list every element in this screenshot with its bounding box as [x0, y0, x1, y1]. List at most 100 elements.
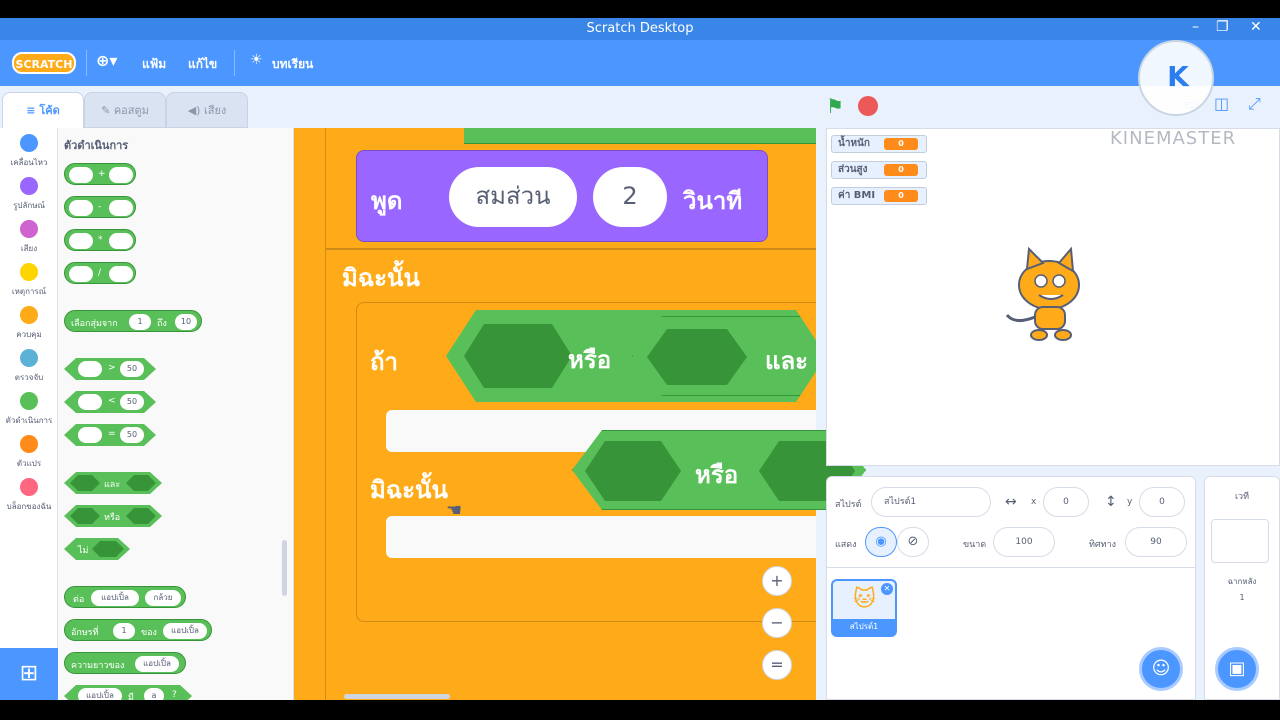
edit-menu[interactable]: แก้ไข: [188, 55, 217, 74]
and-condition-block[interactable]: และ: [632, 316, 816, 396]
multiply-block[interactable]: *: [64, 229, 136, 251]
divide-block[interactable]: /: [64, 262, 136, 284]
show-visible-eye-icon[interactable]: ◉: [865, 527, 897, 557]
length-word-input[interactable]: แอปเปิ้ล: [135, 656, 179, 672]
compare-input[interactable]: 50: [120, 361, 144, 377]
backdrop-thumbnail[interactable]: [1211, 519, 1269, 563]
contains-letter-input[interactable]: a: [144, 688, 164, 700]
bool-slot[interactable]: [647, 329, 747, 385]
category-variables[interactable]: ตัวแปร: [0, 435, 58, 470]
block-slot[interactable]: [109, 233, 133, 249]
file-menu[interactable]: แฟ้ม: [142, 55, 166, 74]
not-block[interactable]: ไม่: [64, 538, 130, 560]
or-condition-block[interactable]: หรือ และ: [446, 310, 816, 402]
block-slot[interactable]: [69, 233, 93, 249]
tab-code[interactable]: ≡ โค้ด: [2, 92, 84, 128]
category-looks[interactable]: รูปลักษณ์: [0, 177, 58, 212]
bool-slot[interactable]: [126, 475, 156, 491]
bool-slot[interactable]: [92, 541, 124, 557]
dragged-or-block[interactable]: หรือ: [572, 430, 866, 510]
delete-sprite-icon[interactable]: ✕: [881, 583, 893, 595]
category-operators[interactable]: ตัวดำเนินการ: [0, 392, 58, 427]
maximize-button[interactable]: ❐: [1216, 19, 1229, 35]
bool-slot[interactable]: [70, 508, 100, 524]
letter-of-block[interactable]: อักษรที่ 1 ของ แอปเปิ้ล: [64, 619, 212, 641]
block-slot[interactable]: [109, 266, 133, 282]
compare-input[interactable]: 50: [120, 427, 144, 443]
sprite-name-input[interactable]: สไปรต์1: [871, 487, 991, 517]
and-block[interactable]: และ: [64, 472, 162, 494]
contains-word-input[interactable]: แอปเปิ้ล: [78, 688, 122, 700]
large-stage-icon[interactable]: ◫: [1214, 94, 1229, 113]
or-block[interactable]: หรือ: [64, 505, 162, 527]
block-slot[interactable]: [78, 394, 102, 410]
random-from-input[interactable]: 1: [129, 314, 151, 330]
direction-input[interactable]: 90: [1125, 527, 1187, 557]
letter-index-input[interactable]: 1: [113, 623, 135, 639]
block-slot[interactable]: [109, 200, 133, 216]
hide-eye-icon[interactable]: ⊘: [897, 527, 929, 557]
palette-scrollbar[interactable]: [282, 540, 287, 596]
length-block[interactable]: ความยาวของ แอปเปิ้ล: [64, 652, 186, 674]
else-branch-slot[interactable]: [386, 516, 816, 558]
outer-control-block[interactable]: [294, 128, 326, 700]
compare-input[interactable]: 50: [120, 394, 144, 410]
category-events[interactable]: เหตุการณ์: [0, 263, 58, 298]
say-seconds-input[interactable]: 2: [593, 167, 667, 227]
equals-block[interactable]: = 50: [64, 424, 156, 446]
category-sensing[interactable]: ตรวจจับ: [0, 349, 58, 384]
add-block[interactable]: +: [64, 163, 136, 185]
sprite-thumbnail[interactable]: 🐱 ✕ สไปรต์1: [831, 579, 897, 637]
zoom-reset-button[interactable]: =: [762, 650, 792, 680]
say-for-secs-block[interactable]: พูด สมส่วน 2 วินาที: [356, 150, 768, 242]
zoom-out-button[interactable]: −: [762, 608, 792, 638]
x-input[interactable]: 0: [1043, 487, 1089, 517]
scratch-logo[interactable]: SCRATCH: [12, 52, 76, 74]
block-slot[interactable]: [78, 427, 102, 443]
block-slot[interactable]: [78, 361, 102, 377]
cat-sprite-icon[interactable]: [999, 245, 1095, 345]
join-input-b[interactable]: กล้วย: [145, 590, 181, 606]
green-flag-icon[interactable]: ⚑: [826, 94, 844, 118]
stage-canvas[interactable]: น้ำหนัก 0 ส่วนสูง 0 ค่า BMI 0: [826, 128, 1280, 466]
close-button[interactable]: ✕: [1250, 19, 1262, 35]
random-to-input[interactable]: 10: [175, 314, 197, 330]
bool-slot[interactable]: [126, 508, 156, 524]
stage-selector-pane[interactable]: เวที ฉากหลัง 1 ▣: [1204, 476, 1280, 700]
letter-word-input[interactable]: แอปเปิ้ล: [163, 623, 207, 639]
script-area[interactable]: พูด สมส่วน 2 วินาที มิฉะนั้น ถ้า หรือ แล…: [294, 128, 816, 700]
category-my-blocks[interactable]: บล็อกของฉัน: [0, 478, 58, 513]
less-than-block[interactable]: < 50: [64, 391, 156, 413]
size-input[interactable]: 100: [993, 527, 1055, 557]
zoom-in-button[interactable]: +: [762, 566, 792, 596]
block-slot[interactable]: [109, 167, 133, 183]
tutorials-menu[interactable]: บทเรียน: [272, 55, 313, 74]
random-block[interactable]: เลือกสุ่มจาก 1 ถึง 10: [64, 310, 202, 332]
say-text-input[interactable]: สมส่วน: [449, 167, 577, 227]
category-control[interactable]: ควบคุม: [0, 306, 58, 341]
script-scrollbar[interactable]: [344, 694, 450, 699]
bool-slot[interactable]: [464, 324, 572, 388]
choose-sprite-button[interactable]: ☺: [1139, 647, 1183, 691]
block-slot[interactable]: [69, 266, 93, 282]
join-block[interactable]: ต่อ แอปเปิ้ล กล้วย: [64, 586, 186, 608]
minimize-button[interactable]: –: [1192, 19, 1199, 35]
add-extension-button[interactable]: ⊞: [0, 648, 58, 700]
y-input[interactable]: 0: [1139, 487, 1185, 517]
tab-costumes[interactable]: ✎ คอสตูม: [84, 92, 166, 128]
contains-block[interactable]: แอปเปิ้ล มี a ?: [64, 685, 192, 700]
stop-icon[interactable]: [858, 96, 878, 116]
fullscreen-icon[interactable]: ⤢: [1248, 94, 1261, 114]
category-sound[interactable]: เสียง: [0, 220, 58, 255]
block-slot[interactable]: [69, 167, 93, 183]
greater-than-block[interactable]: > 50: [64, 358, 156, 380]
subtract-block[interactable]: -: [64, 196, 136, 218]
bool-slot[interactable]: [70, 475, 100, 491]
operator-block-top[interactable]: [464, 128, 816, 144]
block-slot[interactable]: [69, 200, 93, 216]
bool-slot[interactable]: [585, 441, 681, 501]
category-motion[interactable]: เคลื่อนไหว: [0, 134, 58, 169]
join-input-a[interactable]: แอปเปิ้ล: [91, 590, 139, 606]
globe-icon[interactable]: ⊕▾: [96, 51, 117, 70]
tab-sounds[interactable]: ◀) เสียง: [166, 92, 248, 128]
